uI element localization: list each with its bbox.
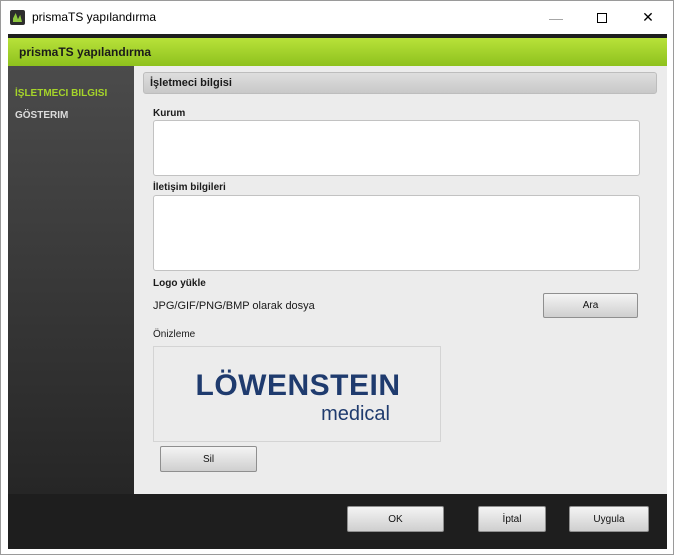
section-header: İşletmeci bilgisi bbox=[143, 72, 657, 94]
app-header-title: prismaTS yapılandırma bbox=[19, 45, 152, 59]
close-button[interactable]: ✕ bbox=[625, 1, 671, 34]
section-title: İşletmeci bilgisi bbox=[150, 77, 232, 89]
close-icon: ✕ bbox=[642, 9, 654, 25]
logo-text-sub: medical bbox=[321, 403, 390, 425]
sidebar-item-display[interactable]: GÖSTERIM bbox=[15, 110, 68, 121]
contact-label: İletişim bilgileri bbox=[153, 182, 226, 193]
contact-field[interactable] bbox=[153, 195, 640, 271]
minimize-icon: — bbox=[549, 9, 563, 26]
footer-bar: OK İptal Uygula bbox=[8, 494, 667, 549]
cancel-button[interactable]: İptal bbox=[478, 506, 546, 532]
minimize-button[interactable]: — bbox=[533, 1, 579, 34]
browse-button[interactable]: Ara bbox=[543, 293, 638, 318]
app-frame: prismaTS yapılandırma İŞLETMECI BILGISI … bbox=[8, 34, 667, 549]
maximize-button[interactable] bbox=[579, 1, 625, 34]
logo-text-main: LÖWENSTEIN bbox=[195, 369, 401, 402]
app-icon bbox=[10, 10, 25, 25]
app-header: prismaTS yapılandırma bbox=[8, 38, 667, 66]
window: prismaTS yapılandırma — ✕ prismaTS yapıl… bbox=[0, 0, 674, 555]
organization-label: Kurum bbox=[153, 108, 186, 119]
file-types-text: JPG/GIF/PNG/BMP olarak dosya bbox=[153, 300, 315, 312]
organization-field[interactable] bbox=[153, 120, 640, 176]
window-title: prismaTS yapılandırma bbox=[32, 10, 157, 24]
main-content: İşletmeci bilgisi Kurum İletişim bilgile… bbox=[134, 66, 667, 494]
apply-button[interactable]: Uygula bbox=[569, 506, 649, 532]
logo-preview: LÖWENSTEIN medical bbox=[153, 346, 441, 442]
ok-button[interactable]: OK bbox=[347, 506, 444, 532]
window-titlebar[interactable]: prismaTS yapılandırma — ✕ bbox=[1, 1, 673, 34]
sidebar-item-operator-info[interactable]: İŞLETMECI BILGISI bbox=[15, 88, 107, 99]
delete-button[interactable]: Sil bbox=[160, 446, 257, 472]
maximize-icon bbox=[597, 12, 607, 23]
logo-upload-label: Logo yükle bbox=[153, 278, 206, 289]
sidebar: İŞLETMECI BILGISI GÖSTERIM bbox=[8, 66, 134, 494]
preview-label: Önizleme bbox=[153, 329, 196, 340]
